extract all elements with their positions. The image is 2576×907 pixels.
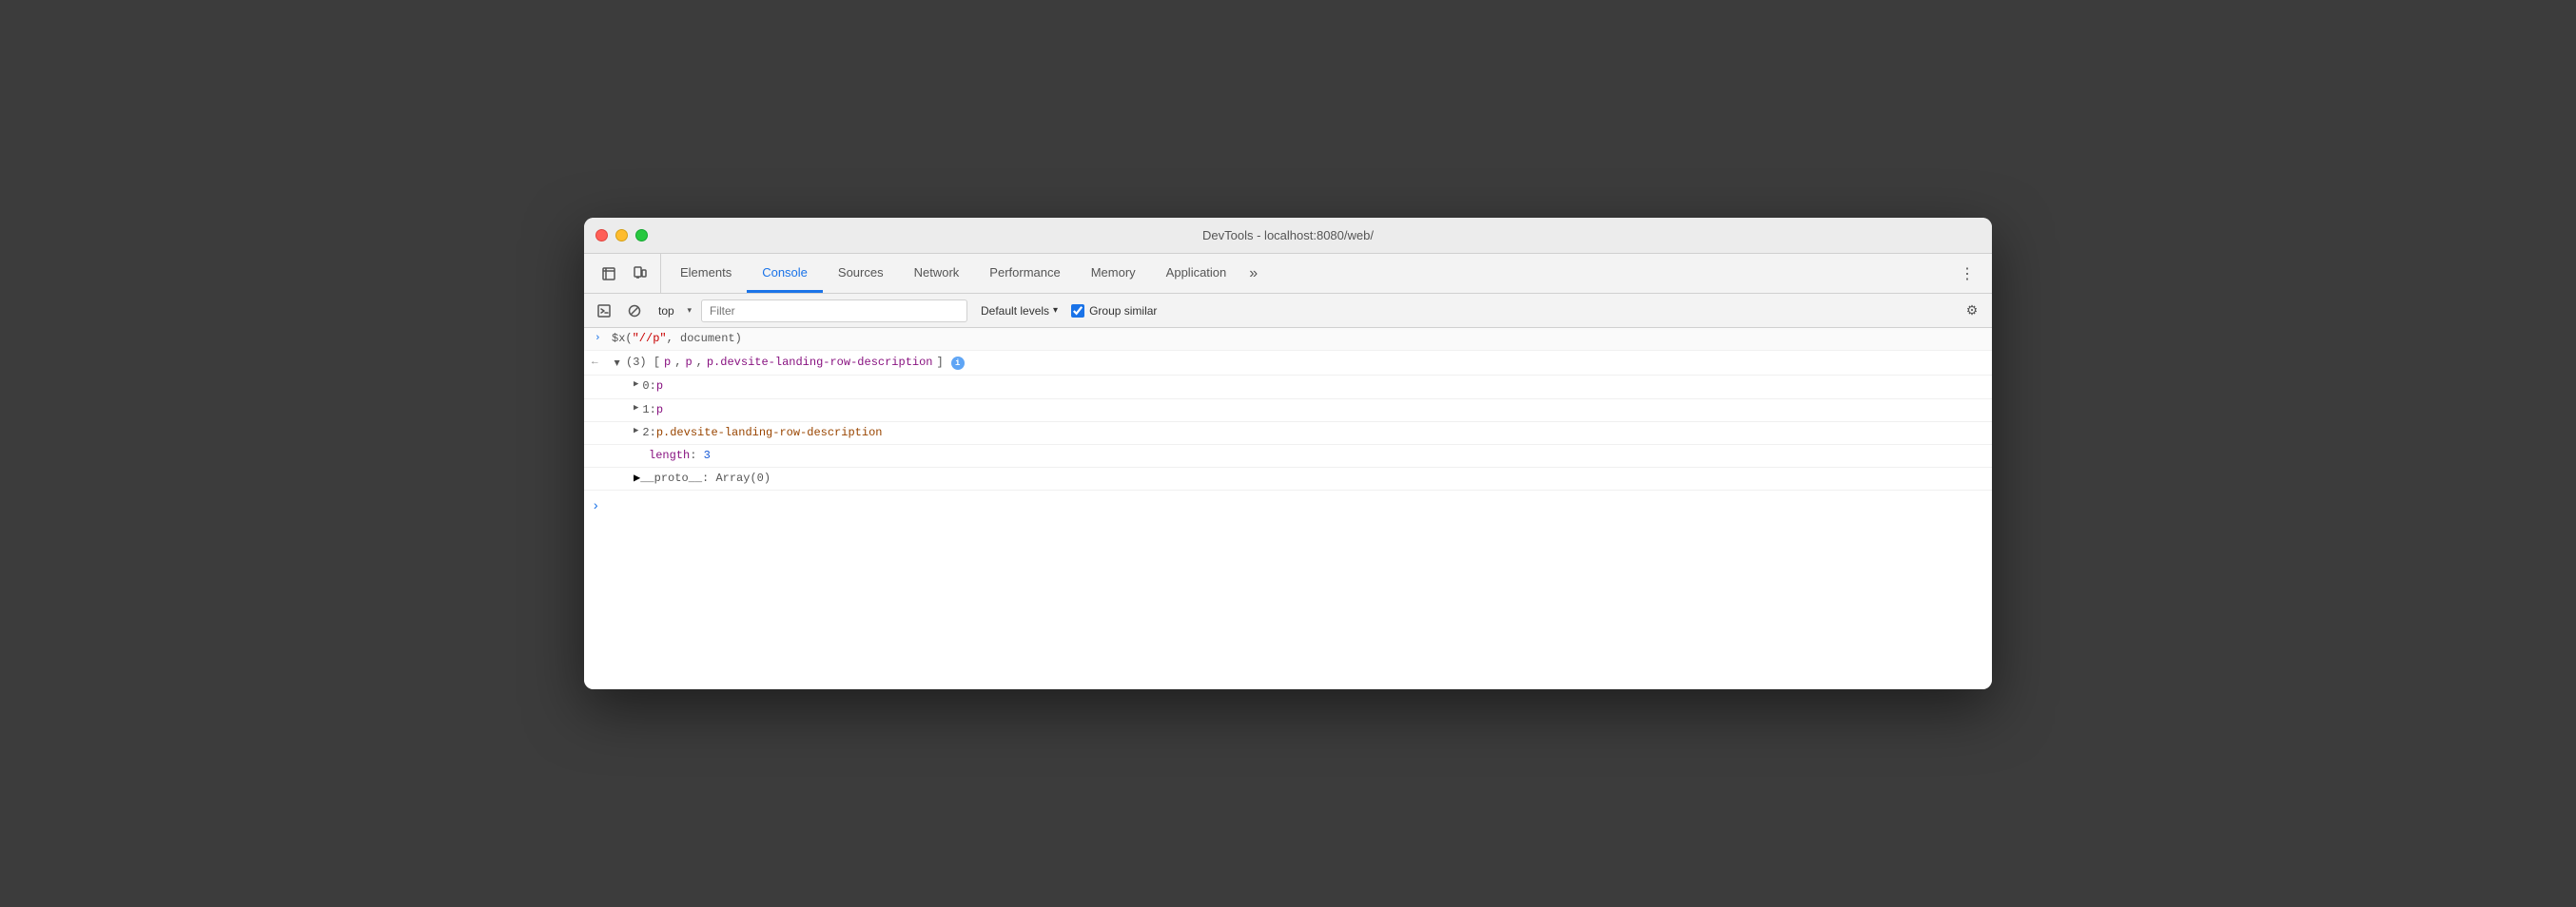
execute-script-button[interactable] [592, 299, 616, 323]
maximize-button[interactable] [635, 229, 648, 241]
item-2-expand-icon[interactable]: ▶ [634, 424, 638, 437]
item-0-expand-icon[interactable]: ▶ [634, 377, 638, 391]
tab-elements[interactable]: Elements [665, 254, 747, 293]
group-similar-checkbox[interactable] [1071, 304, 1084, 318]
tab-sources[interactable]: Sources [823, 254, 899, 293]
devtools-menu-button[interactable]: ⋮ [1954, 261, 1981, 287]
console-output[interactable]: › $x("//p", document) ← ▶ (3) [p, p, p.d… [584, 328, 1992, 689]
array-item-1: ▶ 1: p [584, 399, 1992, 422]
tabs-bar: Elements Console Sources Network Perform… [584, 254, 1992, 294]
window-title: DevTools - localhost:8080/web/ [1202, 228, 1374, 242]
console-prompt-line[interactable]: › [584, 491, 1992, 521]
context-select[interactable]: top [653, 299, 695, 322]
group-similar-label: Group similar [1089, 304, 1157, 318]
filter-input[interactable] [701, 299, 967, 322]
array-item-0: ▶ 0: p [584, 376, 1992, 398]
console-prompt-input[interactable] [605, 494, 1984, 508]
tab-application[interactable]: Application [1151, 254, 1242, 293]
minimize-button[interactable] [615, 229, 628, 241]
tabs-end: ⋮ [1954, 254, 1988, 293]
array-result-header[interactable]: ← ▶ (3) [p, p, p.devsite-landing-row-des… [584, 351, 1992, 376]
log-levels-button[interactable]: Default levels ▾ [973, 299, 1065, 322]
array-count: (3) [ [626, 354, 660, 372]
console-input-entry: › $x("//p", document) [584, 328, 1992, 351]
array-info-icon[interactable]: i [951, 357, 965, 370]
toolbar-icons [588, 254, 661, 293]
group-similar-wrapper: Group similar [1071, 304, 1157, 318]
gear-icon: ⚙ [1966, 302, 1979, 318]
devtools-window: DevTools - localhost:8080/web/ Elements [584, 218, 1992, 689]
return-arrow-icon: ← [592, 355, 605, 372]
clear-console-button[interactable] [622, 299, 647, 323]
prompt-symbol: › [592, 496, 599, 517]
expand-array-icon[interactable]: ▶ [608, 360, 623, 366]
console-toolbar: top ▾ Default levels ▾ Group similar ⚙ [584, 294, 1992, 328]
array-item-2: ▶ 2: p.devsite-landing-row-description [584, 422, 1992, 445]
proto-line: ▶ __proto__: Array(0) [584, 468, 1992, 491]
tab-memory[interactable]: Memory [1076, 254, 1151, 293]
title-bar: DevTools - localhost:8080/web/ [584, 218, 1992, 254]
device-toggle-button[interactable] [626, 261, 653, 287]
close-button[interactable] [595, 229, 608, 241]
tab-performance[interactable]: Performance [974, 254, 1075, 293]
tab-network[interactable]: Network [899, 254, 975, 293]
more-tabs-button[interactable]: » [1241, 254, 1265, 293]
levels-chevron-icon: ▾ [1053, 305, 1058, 316]
inspect-icon-button[interactable] [595, 261, 622, 287]
item-1-expand-icon[interactable]: ▶ [634, 401, 638, 415]
tab-console[interactable]: Console [747, 254, 823, 293]
context-selector[interactable]: top ▾ [653, 299, 695, 322]
traffic-lights [595, 229, 648, 241]
input-arrow-icon: › [595, 331, 608, 348]
array-length-line: length: 3 [584, 445, 1992, 468]
console-settings-button[interactable]: ⚙ [1960, 299, 1984, 323]
input-entry-content: $x("//p", document) [612, 330, 1992, 348]
